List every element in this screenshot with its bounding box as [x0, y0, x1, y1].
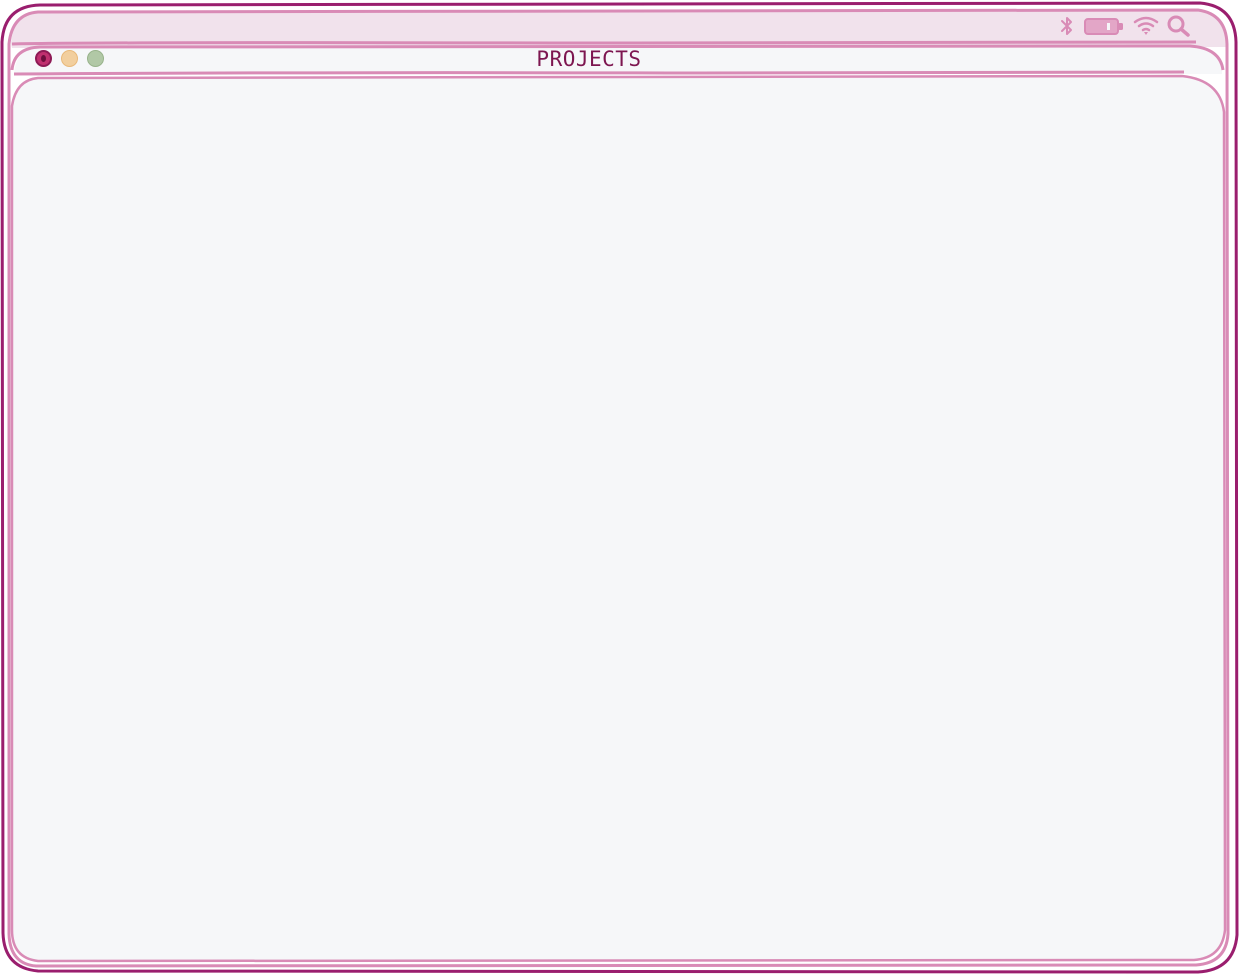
window-content-area — [16, 84, 1220, 960]
window-title: PROJECTS — [536, 47, 642, 71]
desktop-screen: PROJECTS — [0, 0, 1239, 975]
wifi-icon[interactable] — [1133, 15, 1159, 37]
menubar-status-icons — [1059, 14, 1191, 38]
search-icon[interactable] — [1167, 15, 1191, 37]
battery-icon[interactable] — [1083, 16, 1125, 36]
bluetooth-icon[interactable] — [1059, 16, 1075, 36]
